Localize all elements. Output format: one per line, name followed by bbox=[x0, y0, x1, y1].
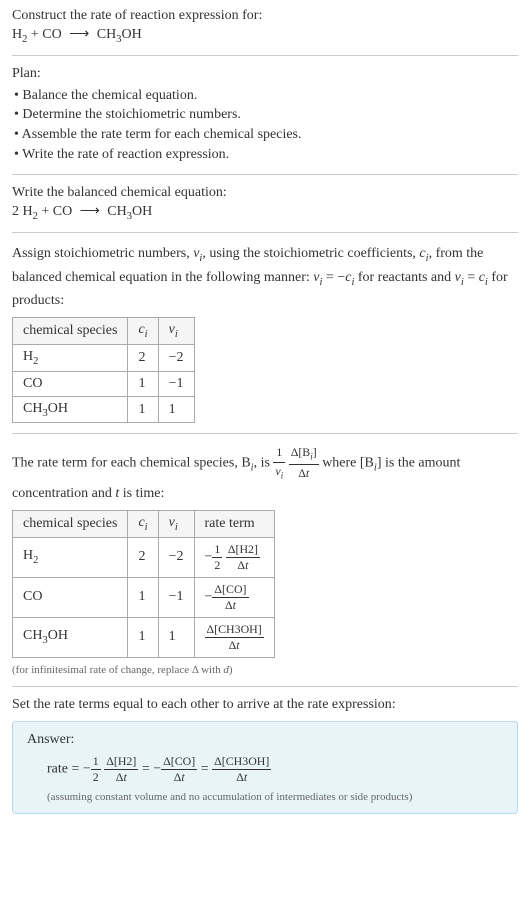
table-row: CO 1 −1 −Δ[CO]Δt bbox=[13, 577, 275, 617]
cell-ci: 1 bbox=[128, 617, 158, 657]
cell-species: H2 bbox=[13, 344, 128, 371]
col-rate: rate term bbox=[194, 511, 274, 538]
rateterm-intro: The rate term for each chemical species,… bbox=[12, 444, 518, 504]
divider bbox=[12, 55, 518, 56]
cell-vi: −2 bbox=[158, 537, 194, 577]
plan-item: • Write the rate of reaction expression. bbox=[14, 145, 518, 165]
cell-vi: −1 bbox=[158, 577, 194, 617]
plan-list: • Balance the chemical equation. • Deter… bbox=[12, 86, 518, 164]
cell-ci: 1 bbox=[128, 396, 158, 423]
cell-rate: −Δ[CO]Δt bbox=[194, 577, 274, 617]
answer-box: Answer: rate = −12 Δ[H2]Δt = −Δ[CO]Δt = … bbox=[12, 721, 518, 814]
col-vi: νi bbox=[158, 318, 194, 345]
cell-ci: 1 bbox=[128, 371, 158, 396]
divider bbox=[12, 232, 518, 233]
divider bbox=[12, 686, 518, 687]
col-ci: ci bbox=[128, 318, 158, 345]
balanced-equation: 2 H2 + CO ⟶ CH3OH bbox=[12, 203, 518, 222]
cell-vi: 1 bbox=[158, 617, 194, 657]
cell-vi: −1 bbox=[158, 371, 194, 396]
table-header-row: chemical species ci νi rate term bbox=[13, 511, 275, 538]
stoich-intro: Assign stoichiometric numbers, νi, using… bbox=[12, 243, 518, 311]
answer-expression: rate = −12 Δ[H2]Δt = −Δ[CO]Δt = Δ[CH3OH]… bbox=[47, 754, 503, 785]
divider bbox=[12, 174, 518, 175]
cell-species: CO bbox=[13, 371, 128, 396]
cell-rate: Δ[CH3OH]Δt bbox=[194, 617, 274, 657]
plan-item: • Determine the stoichiometric numbers. bbox=[14, 105, 518, 125]
table-row: CO 1 −1 bbox=[13, 371, 195, 396]
cell-vi: −2 bbox=[158, 344, 194, 371]
prompt-title: Construct the rate of reaction expressio… bbox=[12, 8, 518, 24]
table-row: CH3OH 1 1 Δ[CH3OH]Δt bbox=[13, 617, 275, 657]
cell-species: CH3OH bbox=[13, 617, 128, 657]
cell-rate: −12 Δ[H2]Δt bbox=[194, 537, 274, 577]
cell-ci: 1 bbox=[128, 577, 158, 617]
cell-species: CH3OH bbox=[13, 396, 128, 423]
cell-vi: 1 bbox=[158, 396, 194, 423]
table-row: H2 2 −2 bbox=[13, 344, 195, 371]
table-header-row: chemical species ci νi bbox=[13, 318, 195, 345]
plan-item: • Balance the chemical equation. bbox=[14, 86, 518, 106]
plan-label: Plan: bbox=[12, 66, 518, 82]
col-ci: ci bbox=[128, 511, 158, 538]
divider bbox=[12, 433, 518, 434]
table-row: CH3OH 1 1 bbox=[13, 396, 195, 423]
plan-item: • Assemble the rate term for each chemic… bbox=[14, 125, 518, 145]
answer-note: (assuming constant volume and no accumul… bbox=[47, 791, 503, 803]
table-row: H2 2 −2 −12 Δ[H2]Δt bbox=[13, 537, 275, 577]
balanced-label: Write the balanced chemical equation: bbox=[12, 185, 518, 201]
col-vi: νi bbox=[158, 511, 194, 538]
cell-species: H2 bbox=[13, 537, 128, 577]
rateterm-note: (for infinitesimal rate of change, repla… bbox=[12, 664, 518, 676]
col-species: chemical species bbox=[13, 511, 128, 538]
cell-species: CO bbox=[13, 577, 128, 617]
cell-ci: 2 bbox=[128, 537, 158, 577]
answer-label: Answer: bbox=[27, 732, 503, 748]
final-label: Set the rate terms equal to each other t… bbox=[12, 697, 518, 713]
rateterm-table: chemical species ci νi rate term H2 2 −2… bbox=[12, 510, 275, 658]
stoich-table: chemical species ci νi H2 2 −2 CO 1 −1 C… bbox=[12, 317, 195, 423]
prompt-equation: H2 + CO ⟶ CH3OH bbox=[12, 26, 518, 45]
col-species: chemical species bbox=[13, 318, 128, 345]
cell-ci: 2 bbox=[128, 344, 158, 371]
